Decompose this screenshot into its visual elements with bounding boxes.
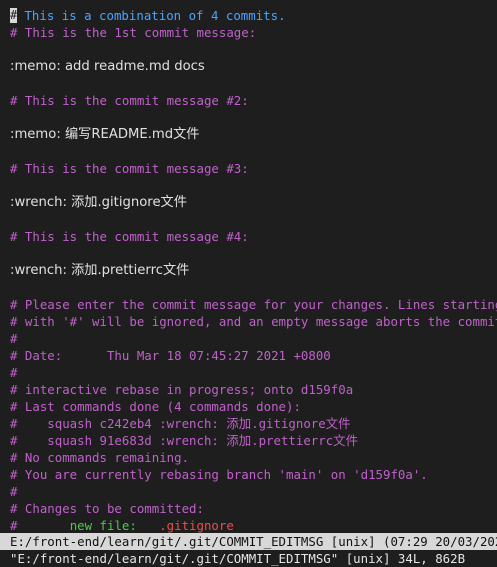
line-23-prefix: # — [10, 518, 70, 533]
line-3: :memo: add readme.md docs — [10, 59, 205, 74]
status-bar: E:/front-end/learn/git/.git/COMMIT_EDITM… — [0, 533, 497, 550]
line-23-gap — [137, 518, 159, 533]
line-7: :wrench: 添加.gitignore文件 — [10, 195, 187, 210]
editor-buffer[interactable]: # This is a combination of 4 commits. # … — [0, 0, 497, 533]
line-17: # squash c242eb4 :wrench: 添加.gitignore文件 — [10, 416, 351, 431]
line-12: # — [10, 331, 18, 346]
line-20: # You are currently rebasing branch 'mai… — [10, 467, 428, 482]
line-4: # This is the commit message #2: — [10, 93, 249, 108]
line-13: # Date: Thu Mar 18 07:45:27 2021 +0800 — [10, 348, 331, 363]
line-14: # — [10, 365, 18, 380]
line-6: # This is the commit message #3: — [10, 161, 249, 176]
cursor-char: # — [10, 8, 18, 22]
line-9: :wrench: 添加.prettierrc文件 — [10, 263, 190, 278]
line-19: # No commands remaining. — [10, 450, 190, 465]
line-11: # with '#' will be ignored, and an empty… — [10, 314, 497, 329]
command-line[interactable]: "E:/front-end/learn/git/.git/COMMIT_EDIT… — [0, 550, 497, 567]
line-23: # new file: .gitignore — [10, 517, 497, 533]
line-18: # squash 91e683d :wrench: 添加.prettierrc文… — [10, 433, 358, 448]
text-cursor: # — [10, 8, 17, 23]
line-22: # Changes to be committed: — [10, 501, 204, 516]
line-10: # Please enter the commit message for yo… — [10, 297, 497, 312]
line-2: # This is the 1st commit message: — [10, 25, 257, 40]
line-5: :memo: 编写README.md文件 — [10, 127, 200, 142]
line-1: This is a combination of 4 commits. — [17, 8, 286, 23]
new-file-name: .gitignore — [159, 518, 234, 533]
line-8: # This is the commit message #4: — [10, 229, 249, 244]
line-15: # interactive rebase in progress; onto d… — [10, 382, 354, 397]
line-21: # — [10, 484, 18, 499]
new-file-label: new file: — [69, 518, 137, 533]
line-16: # Last commands done (4 commands done): — [10, 399, 301, 414]
